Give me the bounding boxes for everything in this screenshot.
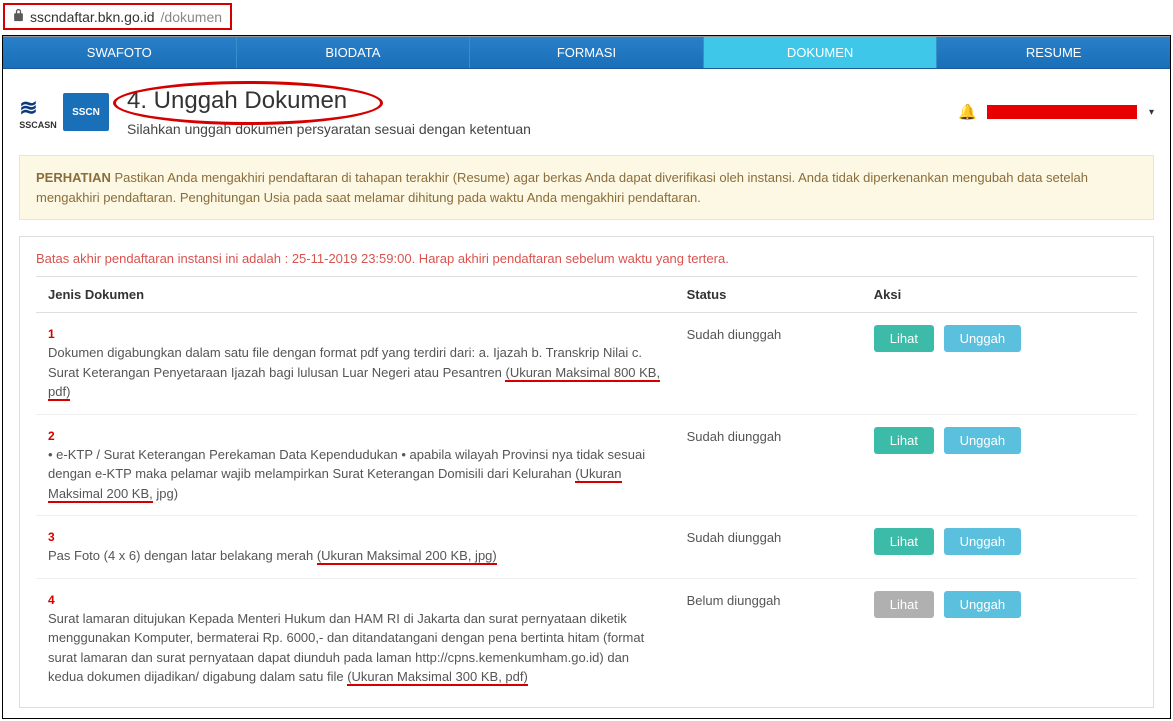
unggah-button[interactable]: Unggah bbox=[944, 528, 1022, 555]
lihat-button[interactable]: Lihat bbox=[874, 427, 934, 454]
doc-size-limit: (Ukuran Maksimal 200 KB, jpg) bbox=[317, 548, 497, 565]
header-aksi: Aksi bbox=[862, 277, 1137, 313]
row-number: 3 bbox=[48, 528, 663, 546]
doc-size-limit: (Ukuran Maksimal 300 KB, pdf) bbox=[347, 669, 528, 686]
tab-resume[interactable]: RESUME bbox=[937, 37, 1170, 68]
table-row: 4 Surat lamaran ditujukan Kepada Menteri… bbox=[36, 578, 1137, 699]
lihat-button: Lihat bbox=[874, 591, 934, 618]
lihat-button[interactable]: Lihat bbox=[874, 528, 934, 555]
doc-description-post: jpg) bbox=[153, 486, 178, 501]
tab-formasi[interactable]: FORMASI bbox=[470, 37, 704, 68]
doc-status: Sudah diunggah bbox=[675, 414, 862, 516]
bell-icon[interactable]: 🔔 bbox=[958, 103, 977, 121]
logo-sscn: SSCN bbox=[63, 93, 109, 131]
header-status: Status bbox=[675, 277, 862, 313]
alert-box: PERHATIAN Pastikan Anda mengakhiri penda… bbox=[19, 155, 1154, 220]
row-number: 4 bbox=[48, 591, 663, 609]
doc-status: Sudah diunggah bbox=[675, 313, 862, 415]
header-row: ≋ SSCASN SSCN 4. Unggah Dokumen Silahkan… bbox=[3, 69, 1170, 147]
alert-label: PERHATIAN bbox=[36, 170, 111, 185]
chevron-down-icon[interactable]: ▾ bbox=[1149, 107, 1154, 118]
url-domain: sscndaftar.bkn.go.id bbox=[30, 9, 155, 25]
header-right: 🔔 ▾ bbox=[958, 103, 1154, 121]
logo-group: ≋ SSCASN SSCN bbox=[19, 93, 109, 131]
unggah-button[interactable]: Unggah bbox=[944, 427, 1022, 454]
url-bar[interactable]: sscndaftar.bkn.go.id/dokumen bbox=[3, 3, 232, 30]
content-box: Batas akhir pendaftaran instansi ini ada… bbox=[19, 236, 1154, 708]
document-table: Jenis Dokumen Status Aksi 1 Dokumen diga… bbox=[36, 276, 1137, 699]
lock-icon bbox=[13, 8, 24, 25]
page-subtitle: Silahkan unggah dokumen persyaratan sesu… bbox=[127, 121, 531, 137]
url-path: /dokumen bbox=[161, 9, 222, 25]
user-menu[interactable] bbox=[987, 105, 1137, 119]
unggah-button[interactable]: Unggah bbox=[944, 591, 1022, 618]
doc-status: Belum diunggah bbox=[675, 578, 862, 699]
tab-swafoto[interactable]: SWAFOTO bbox=[3, 37, 237, 68]
table-row: 1 Dokumen digabungkan dalam satu file de… bbox=[36, 313, 1137, 415]
tab-dokumen[interactable]: DOKUMEN bbox=[704, 37, 938, 68]
title-block: 4. Unggah Dokumen Silahkan unggah dokume… bbox=[127, 87, 531, 137]
header-jenis-dokumen: Jenis Dokumen bbox=[36, 277, 675, 313]
doc-description: • e-KTP / Surat Keterangan Perekaman Dat… bbox=[48, 447, 645, 482]
logo-sscasn: ≋ SSCASN bbox=[19, 93, 57, 131]
alert-text: Pastikan Anda mengakhiri pendaftaran di … bbox=[36, 170, 1088, 205]
row-number: 2 bbox=[48, 427, 663, 445]
doc-description: Pas Foto (4 x 6) dengan latar belakang m… bbox=[48, 548, 317, 563]
doc-status: Sudah diunggah bbox=[675, 516, 862, 579]
unggah-button[interactable]: Unggah bbox=[944, 325, 1022, 352]
tab-biodata[interactable]: BIODATA bbox=[237, 37, 471, 68]
page-title: 4. Unggah Dokumen bbox=[127, 87, 347, 115]
table-row: 2 • e-KTP / Surat Keterangan Perekaman D… bbox=[36, 414, 1137, 516]
deadline-text: Batas akhir pendaftaran instansi ini ada… bbox=[36, 251, 1137, 266]
table-row: 3 Pas Foto (4 x 6) dengan latar belakang… bbox=[36, 516, 1137, 579]
row-number: 1 bbox=[48, 325, 663, 343]
lihat-button[interactable]: Lihat bbox=[874, 325, 934, 352]
nav-tabs: SWAFOTO BIODATA FORMASI DOKUMEN RESUME bbox=[3, 36, 1170, 69]
main-content: SWAFOTO BIODATA FORMASI DOKUMEN RESUME ≋… bbox=[2, 35, 1171, 719]
